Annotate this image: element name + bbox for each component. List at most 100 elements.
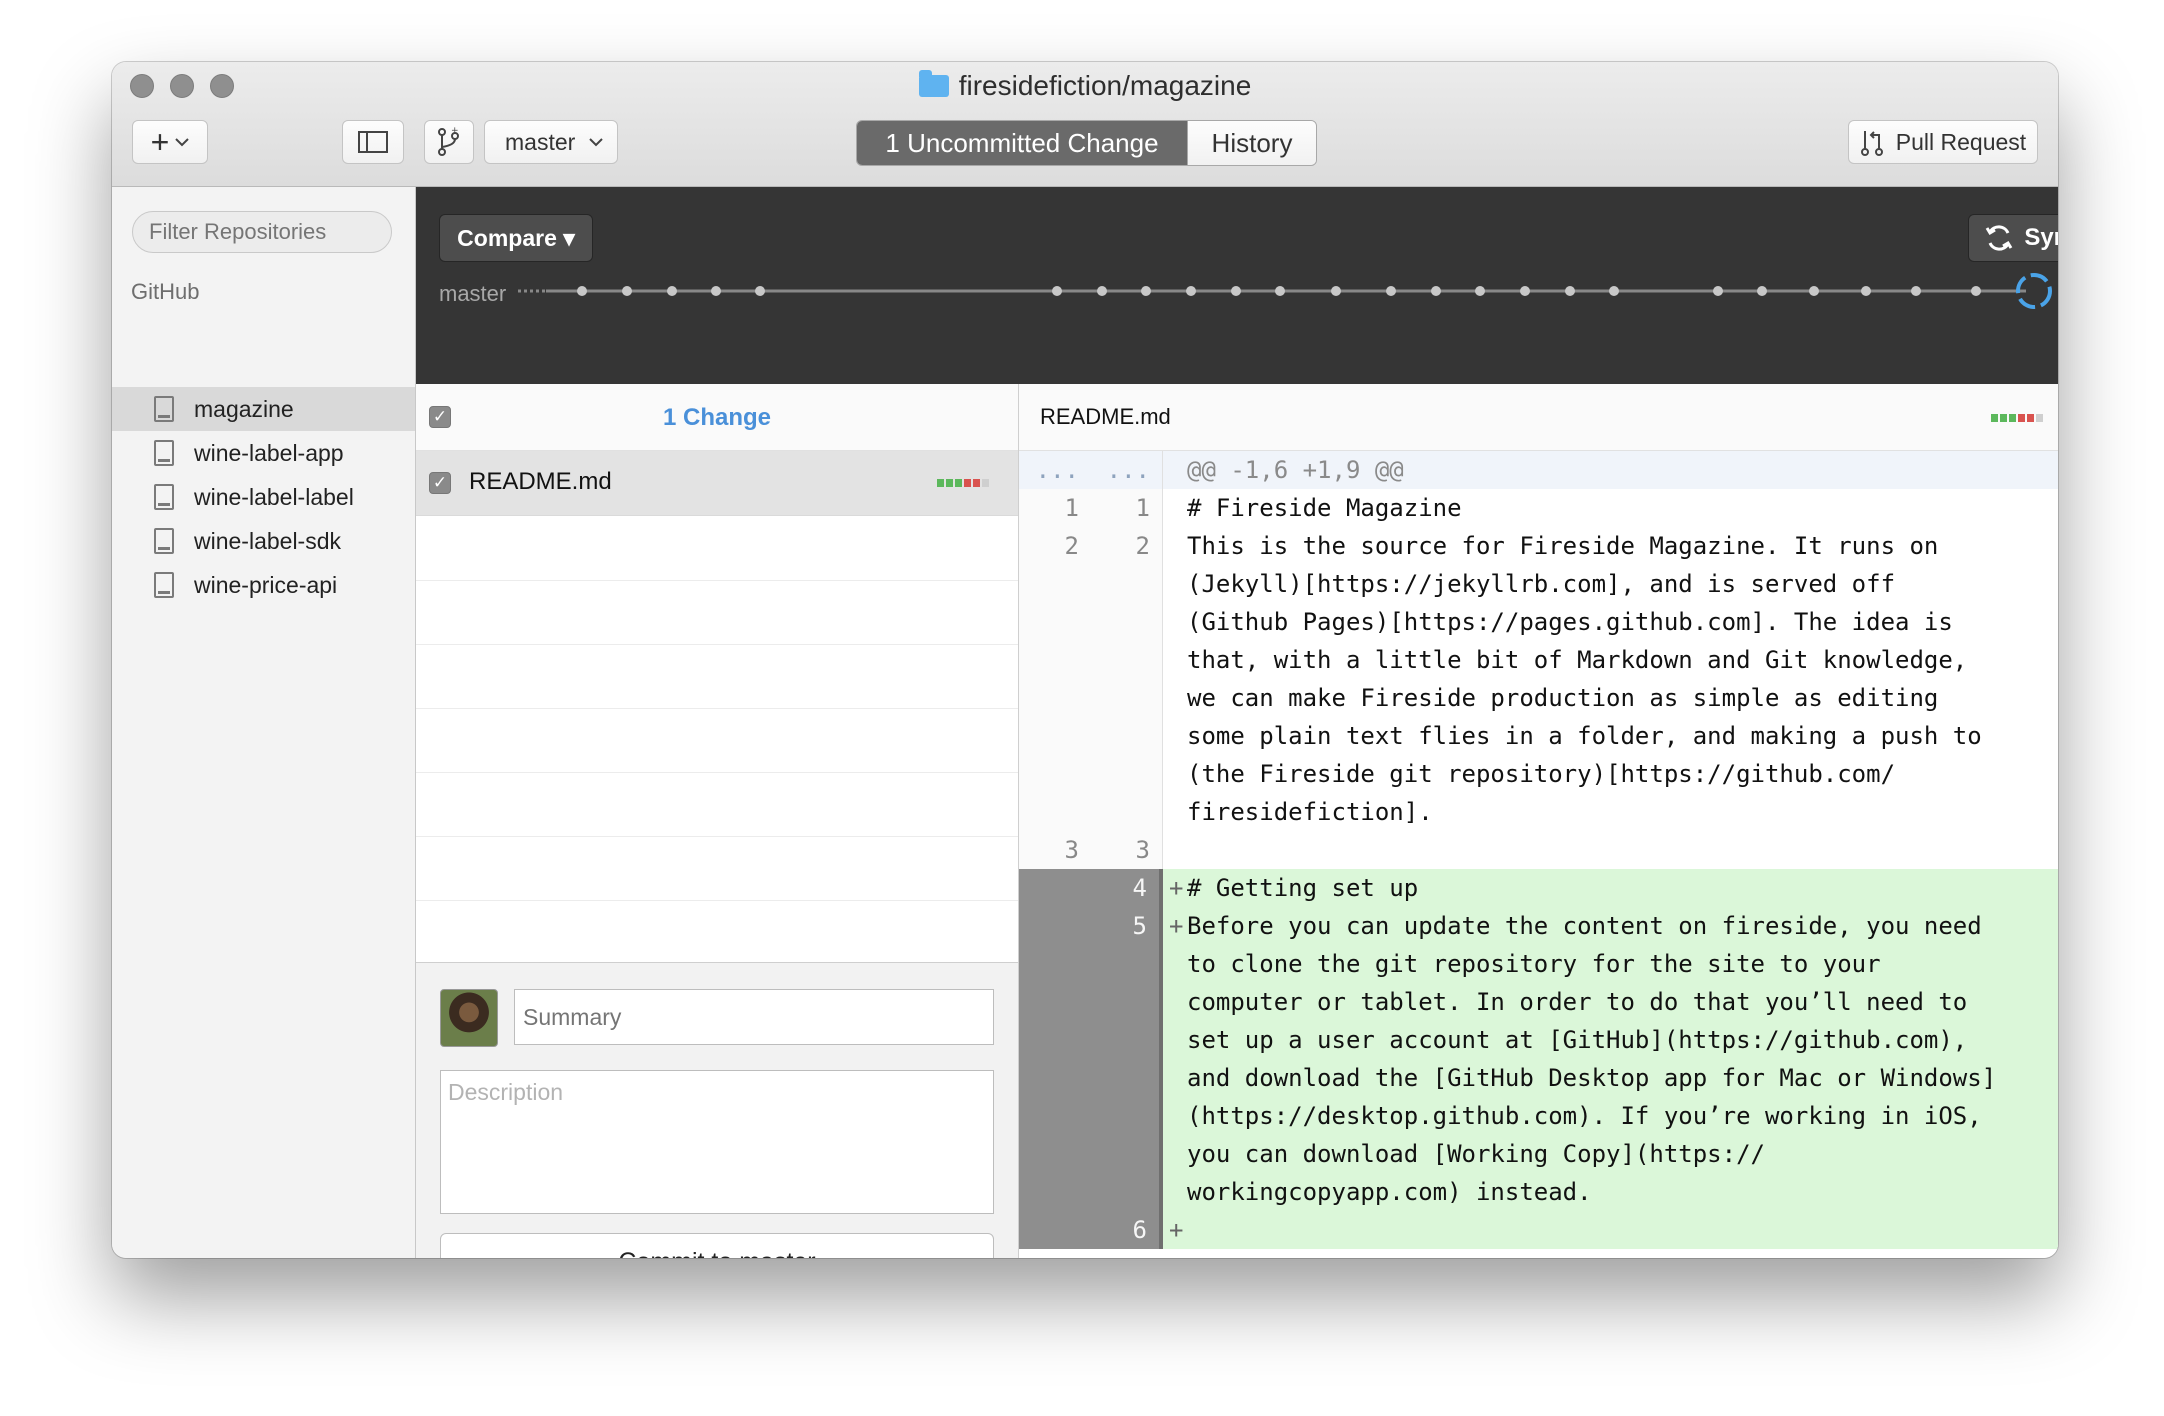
diff-line-context[interactable]: (Jekyll)[https://jekyllrb.com], and is s… bbox=[1019, 565, 2058, 603]
diff-line-context[interactable]: 1 1 # Fireside Magazine bbox=[1019, 489, 2058, 527]
sidebar-item-wine-label-app[interactable]: wine-label-app bbox=[112, 431, 415, 475]
tab-history[interactable]: History bbox=[1187, 121, 1316, 165]
tab-uncommitted-changes[interactable]: 1 Uncommitted Change bbox=[857, 121, 1187, 165]
repo-icon bbox=[154, 484, 174, 510]
diff-line-text: # Fireside Magazine bbox=[1187, 494, 1462, 522]
diff-line-text: This is the source for Fireside Magazine… bbox=[1187, 532, 1939, 560]
diff-sign: + bbox=[1169, 1216, 1184, 1244]
pull-request-label: Pull Request bbox=[1895, 128, 2027, 155]
new-line-number bbox=[1091, 1173, 1163, 1211]
pull-request-icon bbox=[1860, 131, 1883, 156]
diff-line-text: to clone the git repository for the site… bbox=[1187, 950, 1881, 978]
old-line-number bbox=[1019, 793, 1091, 831]
description-textarea[interactable]: Description bbox=[440, 1070, 994, 1214]
diff-line-context[interactable]: some plain text flies in a folder, and m… bbox=[1019, 717, 2058, 755]
diff-line-added[interactable]: 6 + bbox=[1019, 1211, 2058, 1249]
filter-repositories-input[interactable] bbox=[132, 211, 392, 253]
branch-timeline[interactable] bbox=[416, 261, 2058, 321]
diff-line-added[interactable]: computer or tablet. In order to do that … bbox=[1019, 983, 2058, 1021]
new-line-number bbox=[1091, 755, 1163, 793]
diffstat-indicator bbox=[937, 479, 989, 487]
old-line-number bbox=[1019, 603, 1091, 641]
diff-line-text: workingcopyapp.com) instead. bbox=[1187, 1178, 1592, 1206]
changed-file-row[interactable]: ✓ README.md bbox=[416, 451, 1018, 516]
old-line-number bbox=[1019, 1211, 1091, 1249]
diff-line-added[interactable]: set up a user account at [GitHub](https:… bbox=[1019, 1021, 2058, 1059]
file-checkbox[interactable]: ✓ bbox=[429, 472, 451, 494]
toggle-sidebar-button[interactable] bbox=[342, 120, 404, 164]
sidebar-section-github: GitHub bbox=[131, 279, 200, 304]
commit-button[interactable]: Commit to master bbox=[440, 1233, 994, 1258]
new-line-number bbox=[1091, 945, 1163, 983]
diff-line-context[interactable]: 2 2 This is the source for Fireside Magazi… bbox=[1019, 527, 2058, 565]
window-title: firesidefiction/magazine bbox=[112, 70, 2058, 102]
window-title-text: firesidefiction/magazine bbox=[958, 70, 1252, 101]
diff-line-context[interactable]: 33 bbox=[1019, 831, 2058, 869]
sidebar-item-wine-label-sdk[interactable]: wine-label-sdk bbox=[112, 519, 415, 563]
diff-line-added[interactable]: 4 + # Getting set up bbox=[1019, 869, 2058, 907]
old-line-number bbox=[1019, 869, 1091, 907]
diff-line-text: @@ -1,6 +1,9 @@ bbox=[1187, 456, 1404, 484]
changes-count: 1 Change bbox=[662, 404, 772, 431]
diff-line-text: we can make Fireside production as simpl… bbox=[1187, 684, 1939, 712]
chevron-down-icon bbox=[589, 138, 604, 147]
old-line-number bbox=[1019, 1097, 1091, 1135]
new-line-number bbox=[1091, 565, 1163, 603]
create-branch-button[interactable]: + bbox=[424, 120, 474, 164]
branch-selector[interactable]: master bbox=[484, 120, 618, 164]
new-line-number bbox=[1091, 1097, 1163, 1135]
repo-name: wine-label-sdk bbox=[194, 527, 342, 554]
empty-row bbox=[416, 708, 1018, 773]
diff-line-added[interactable]: workingcopyapp.com) instead. bbox=[1019, 1173, 2058, 1211]
compare-button[interactable]: Compare ▾ bbox=[439, 214, 593, 262]
diff-line-context[interactable]: (Github Pages)[https://pages.github.com]… bbox=[1019, 603, 2058, 641]
summary-input[interactable] bbox=[514, 989, 994, 1045]
changes-panel: ✓ 1 Change ✓ README.md Description Commi… bbox=[416, 384, 1019, 1258]
diff-line-context[interactable]: firesidefiction]. bbox=[1019, 793, 2058, 831]
new-line-number: ... bbox=[1091, 451, 1163, 489]
diff-line-added[interactable]: you can download [Working Copy](https:// bbox=[1019, 1135, 2058, 1173]
diff-line-added[interactable]: 5 + Before you can update the content on f… bbox=[1019, 907, 2058, 945]
sidebar-item-magazine[interactable]: magazine bbox=[112, 387, 415, 431]
diff-hunk-header[interactable]: ...... @@ -1,6 +1,9 @@ bbox=[1019, 451, 2058, 489]
repo-icon bbox=[154, 572, 174, 598]
new-line-number bbox=[1091, 1021, 1163, 1059]
old-line-number: 3 bbox=[1019, 831, 1091, 869]
diff-line-text: (Github Pages)[https://pages.github.com]… bbox=[1187, 608, 1953, 636]
empty-row bbox=[416, 836, 1018, 901]
diff-line-added[interactable]: to clone the git repository for the site… bbox=[1019, 945, 2058, 983]
diff-line-text: (the Fireside git repository)[https://gi… bbox=[1187, 760, 1896, 788]
sidebar-icon bbox=[358, 131, 388, 153]
sidebar-item-wine-label-label[interactable]: wine-label-label bbox=[112, 475, 415, 519]
svg-text:+: + bbox=[451, 127, 459, 136]
old-line-number bbox=[1019, 679, 1091, 717]
diff-line-context[interactable]: (the Fireside git repository)[https://gi… bbox=[1019, 755, 2058, 793]
commit-form: Description Commit to master bbox=[416, 962, 1018, 1258]
old-line-number bbox=[1019, 983, 1091, 1021]
pull-request-button[interactable]: Pull Request bbox=[1848, 120, 2038, 164]
diff-line-added[interactable]: and download the [GitHub Desktop app for… bbox=[1019, 1059, 2058, 1097]
new-line-number bbox=[1091, 983, 1163, 1021]
old-line-number: ... bbox=[1035, 456, 1079, 484]
sync-button[interactable]: Sync bbox=[1968, 214, 2058, 262]
diff-line-added[interactable]: (https://desktop.github.com). If you’re … bbox=[1019, 1097, 2058, 1135]
branch-icon: + bbox=[438, 127, 459, 156]
repo-name: wine-price-api bbox=[194, 571, 338, 598]
chevron-down-icon bbox=[175, 138, 190, 147]
new-line-number bbox=[1091, 717, 1163, 755]
diff-lines: ...... @@ -1,6 +1,9 @@ 1 1 # Fireside Magazi… bbox=[1019, 451, 2058, 1249]
new-line-number bbox=[1091, 641, 1163, 679]
sidebar-item-wine-price-api[interactable]: wine-price-api bbox=[112, 563, 415, 607]
plus-icon: + bbox=[150, 123, 170, 160]
diff-line-context[interactable]: we can make Fireside production as simpl… bbox=[1019, 679, 2058, 717]
repo-name: magazine bbox=[194, 395, 294, 422]
old-line-number bbox=[1019, 717, 1091, 755]
sync-label: Sync bbox=[2024, 224, 2058, 251]
add-repository-button[interactable]: + bbox=[132, 120, 208, 164]
repo-name: wine-label-label bbox=[194, 483, 354, 510]
new-line-number: 4 bbox=[1091, 869, 1163, 907]
repo-icon bbox=[154, 440, 174, 466]
new-line-number: 3 bbox=[1091, 831, 1163, 869]
diff-line-context[interactable]: that, with a little bit of Markdown and … bbox=[1019, 641, 2058, 679]
old-line-number: 2 bbox=[1019, 527, 1091, 565]
